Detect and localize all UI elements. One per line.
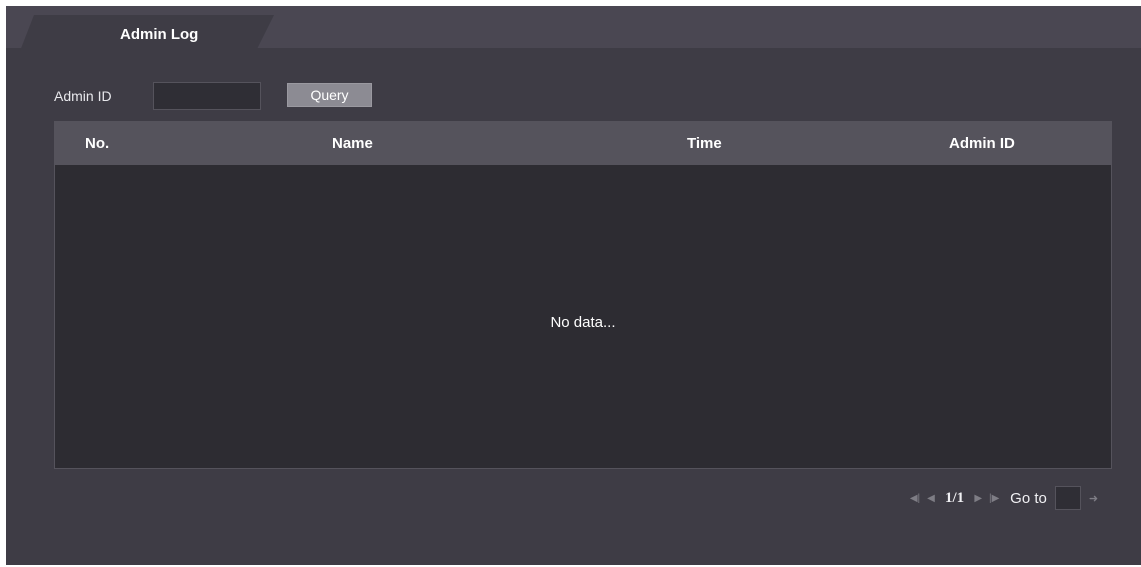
tab-label: Admin Log (120, 26, 199, 43)
admin-log-table: No. Name Time Admin ID No data... (54, 121, 1112, 469)
query-button[interactable]: Query (287, 83, 372, 107)
goto-label: Go to (1010, 489, 1047, 507)
table-header: No. Name Time Admin ID (55, 122, 1111, 165)
column-header-time: Time (687, 135, 722, 152)
pagination: ◀| ◀ 1/1 ▶ |▶ Go to ➜ (909, 486, 1098, 510)
first-page-icon[interactable]: ◀| (909, 493, 921, 504)
tab-bar: Admin Log (6, 6, 1141, 51)
last-page-icon[interactable]: |▶ (988, 493, 1000, 504)
empty-table-message: No data... (550, 314, 616, 331)
goto-page-input[interactable] (1054, 486, 1081, 510)
admin-id-input[interactable] (153, 82, 261, 110)
go-arrow-icon[interactable]: ➜ (1089, 492, 1098, 505)
page-indicator: 1/1 (945, 489, 965, 506)
column-header-name: Name (332, 135, 373, 152)
column-header-admin-id: Admin ID (949, 135, 1015, 152)
next-page-icon[interactable]: ▶ (972, 493, 984, 504)
admin-id-label: Admin ID (54, 88, 112, 104)
tab-admin-log[interactable]: Admin Log (20, 15, 274, 51)
column-header-no: No. (85, 135, 110, 152)
admin-log-window: Admin Log Admin ID Query No. Name Time A… (6, 6, 1141, 565)
previous-page-icon[interactable]: ◀ (925, 493, 937, 504)
